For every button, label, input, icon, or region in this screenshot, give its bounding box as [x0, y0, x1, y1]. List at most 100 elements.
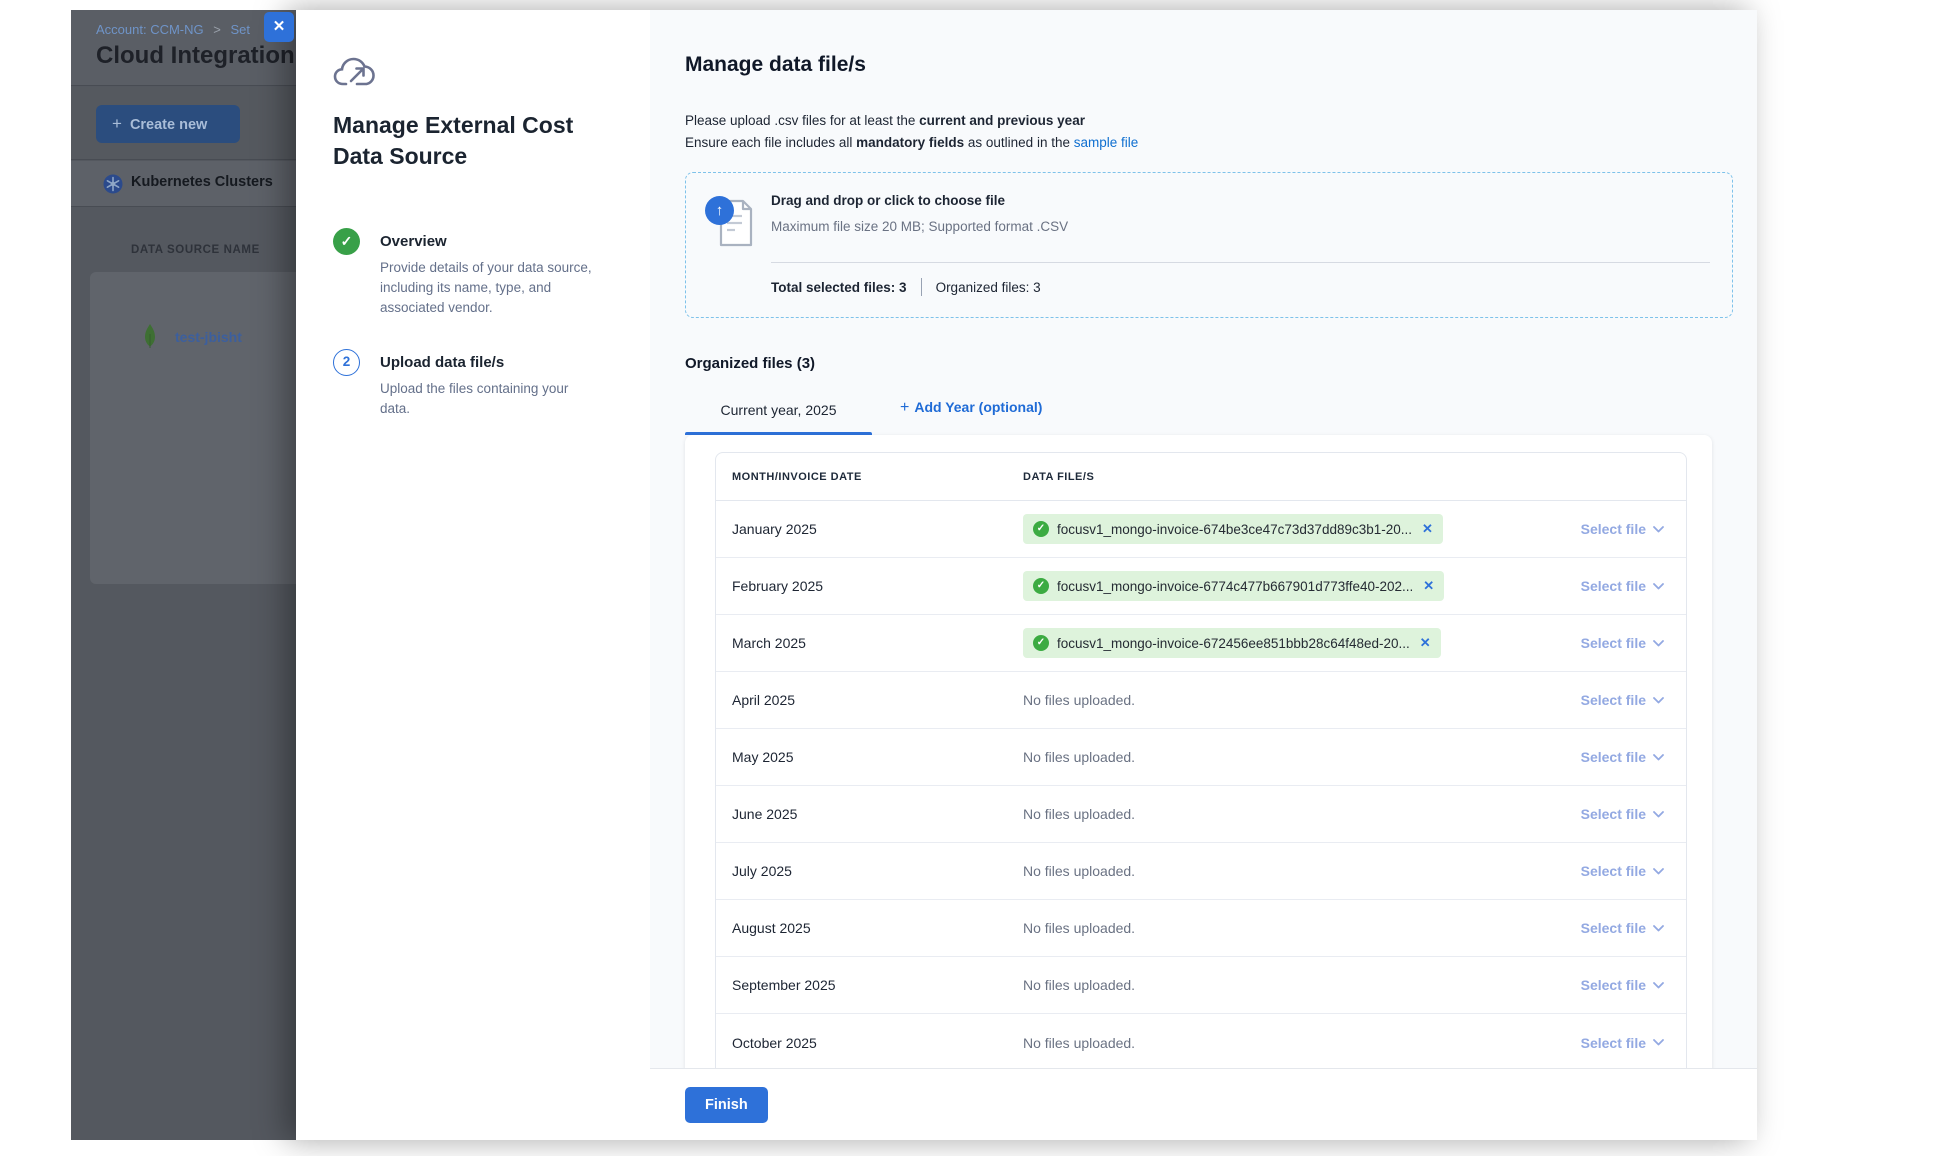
file-cell: ✓ focusv1_mongo-invoice-6774c477b667901d…: [1023, 571, 1556, 601]
sample-file-link[interactable]: sample file: [1074, 135, 1139, 150]
add-year-label: Add Year (optional): [914, 399, 1042, 415]
select-file-label: Select file: [1581, 521, 1646, 537]
create-new-button[interactable]: +Create new: [96, 105, 240, 143]
select-file-label: Select file: [1581, 806, 1646, 822]
mongodb-leaf-icon: [142, 324, 158, 348]
file-cell: ✓ focusv1_mongo-invoice-672456ee851bbb28…: [1023, 628, 1556, 658]
remove-file-icon[interactable]: ✕: [1420, 635, 1431, 651]
column-header-data-source-name: DATA SOURCE NAME: [131, 244, 260, 256]
no-files-text: No files uploaded.: [1023, 749, 1135, 765]
kubernetes-icon: [103, 174, 123, 194]
file-dropzone[interactable]: ↑ Drag and drop or click to choose file …: [685, 172, 1733, 318]
chevron-down-icon: [1653, 697, 1664, 704]
intro-text: Please upload .csv files for at least th…: [685, 110, 1138, 154]
file-cell: No files uploaded.: [1023, 692, 1556, 708]
table-row: June 2025 No files uploaded. Select file: [716, 786, 1686, 843]
table-row: January 2025 ✓ focusv1_mongo-invoice-674…: [716, 501, 1686, 558]
table-row: September 2025 No files uploaded. Select…: [716, 957, 1686, 1014]
select-file-button[interactable]: Select file: [1556, 920, 1686, 936]
select-file-label: Select file: [1581, 1035, 1646, 1051]
intro-text-segment: Please upload .csv files for at least th…: [685, 113, 919, 128]
close-button[interactable]: ✕: [264, 12, 294, 42]
step-description: Provide details of your data source, inc…: [380, 258, 598, 318]
month-label: October 2025: [716, 1035, 1023, 1051]
breadcrumb-account-link[interactable]: Account: CCM-NG: [96, 22, 204, 37]
step-description: Upload the files containing your data.: [380, 379, 598, 419]
background-tabbar: Kubernetes Clusters: [71, 161, 296, 207]
select-file-label: Select file: [1581, 749, 1646, 765]
chevron-down-icon: [1653, 1039, 1664, 1046]
month-label: May 2025: [716, 749, 1023, 765]
tab-kubernetes-clusters[interactable]: Kubernetes Clusters: [131, 174, 273, 190]
breadcrumb-separator: >: [213, 22, 221, 37]
step-label: Upload data file/s: [380, 354, 504, 371]
page-title: Cloud Integration: [96, 42, 295, 70]
drawer-footer: Finish: [650, 1068, 1757, 1140]
select-file-button[interactable]: Select file: [1556, 806, 1686, 822]
manage-data-source-drawer: Manage External Cost Data Source ✓ Overv…: [296, 10, 1757, 1140]
table-row: March 2025 ✓ focusv1_mongo-invoice-67245…: [716, 615, 1686, 672]
column-month-invoice-date: MONTH/INVOICE DATE: [716, 471, 1023, 483]
chevron-down-icon: [1653, 583, 1664, 590]
add-year-button[interactable]: + Add Year (optional): [900, 399, 1042, 417]
select-file-button[interactable]: Select file: [1556, 521, 1686, 537]
intro-bold-segment: mandatory fields: [856, 135, 964, 150]
step-done-check-icon: ✓: [333, 228, 360, 255]
select-file-button[interactable]: Select file: [1556, 578, 1686, 594]
select-file-button[interactable]: Select file: [1556, 692, 1686, 708]
month-label: April 2025: [716, 692, 1023, 708]
table-row: July 2025 No files uploaded. Select file: [716, 843, 1686, 900]
plus-icon: +: [112, 114, 122, 133]
select-file-label: Select file: [1581, 578, 1646, 594]
uploaded-file-chip: ✓ focusv1_mongo-invoice-674be3ce47c73d37…: [1023, 514, 1443, 544]
wizard-steps-panel: Manage External Cost Data Source ✓ Overv…: [296, 10, 650, 1140]
month-label: February 2025: [716, 578, 1023, 594]
chevron-down-icon: [1653, 982, 1664, 989]
intro-bold-segment: current and previous year: [919, 113, 1085, 128]
table-row: February 2025 ✓ focusv1_mongo-invoice-67…: [716, 558, 1686, 615]
finish-button[interactable]: Finish: [685, 1087, 768, 1123]
chevron-down-icon: [1653, 526, 1664, 533]
content-scroll-area[interactable]: Manage data file/s Please upload .csv fi…: [650, 10, 1757, 1068]
plus-icon: +: [900, 399, 909, 416]
select-file-label: Select file: [1581, 863, 1646, 879]
file-success-check-icon: ✓: [1033, 635, 1049, 651]
organized-files-heading: Organized files (3): [685, 355, 815, 372]
select-file-button[interactable]: Select file: [1556, 863, 1686, 879]
table-row[interactable]: test-jbisht: [90, 312, 296, 360]
table-header: MONTH/INVOICE DATE DATA FILE/S: [716, 453, 1686, 501]
chevron-down-icon: [1653, 925, 1664, 932]
month-label: January 2025: [716, 521, 1023, 537]
background-toolbar: +Create new: [71, 87, 296, 160]
organized-files-card: MONTH/INVOICE DATE DATA FILE/S January 2…: [685, 435, 1712, 1068]
app-window: Account: CCM-NG > Set Cloud Integration …: [71, 10, 1757, 1140]
table-row: April 2025 No files uploaded. Select fil…: [716, 672, 1686, 729]
select-file-button[interactable]: Select file: [1556, 1035, 1686, 1051]
breadcrumb-section-link[interactable]: Set: [230, 22, 250, 37]
chevron-down-icon: [1653, 868, 1664, 875]
select-file-label: Select file: [1581, 977, 1646, 993]
data-source-link[interactable]: test-jbisht: [175, 329, 242, 345]
tab-current-year[interactable]: Current year, 2025: [685, 395, 872, 435]
remove-file-icon[interactable]: ✕: [1422, 521, 1433, 537]
no-files-text: No files uploaded.: [1023, 920, 1135, 936]
dropzone-subtitle: Maximum file size 20 MB; Supported forma…: [771, 219, 1068, 234]
month-label: August 2025: [716, 920, 1023, 936]
table-row: October 2025 No files uploaded. Select f…: [716, 1014, 1686, 1068]
file-success-check-icon: ✓: [1033, 521, 1049, 537]
month-label: March 2025: [716, 635, 1023, 651]
remove-file-icon[interactable]: ✕: [1423, 578, 1434, 594]
chevron-down-icon: [1653, 640, 1664, 647]
select-file-button[interactable]: Select file: [1556, 749, 1686, 765]
intro-line-2: Ensure each file includes all mandatory …: [685, 132, 1138, 154]
table-row: May 2025 No files uploaded. Select file: [716, 729, 1686, 786]
wizard-title: Manage External Cost Data Source: [333, 110, 593, 172]
files-table: MONTH/INVOICE DATE DATA FILE/S January 2…: [715, 452, 1687, 1068]
select-file-button[interactable]: Select file: [1556, 635, 1686, 651]
file-cell: No files uploaded.: [1023, 749, 1556, 765]
file-cell: No files uploaded.: [1023, 920, 1556, 936]
select-file-label: Select file: [1581, 920, 1646, 936]
file-cell: No files uploaded.: [1023, 806, 1556, 822]
select-file-button[interactable]: Select file: [1556, 977, 1686, 993]
intro-line-1: Please upload .csv files for at least th…: [685, 110, 1138, 132]
